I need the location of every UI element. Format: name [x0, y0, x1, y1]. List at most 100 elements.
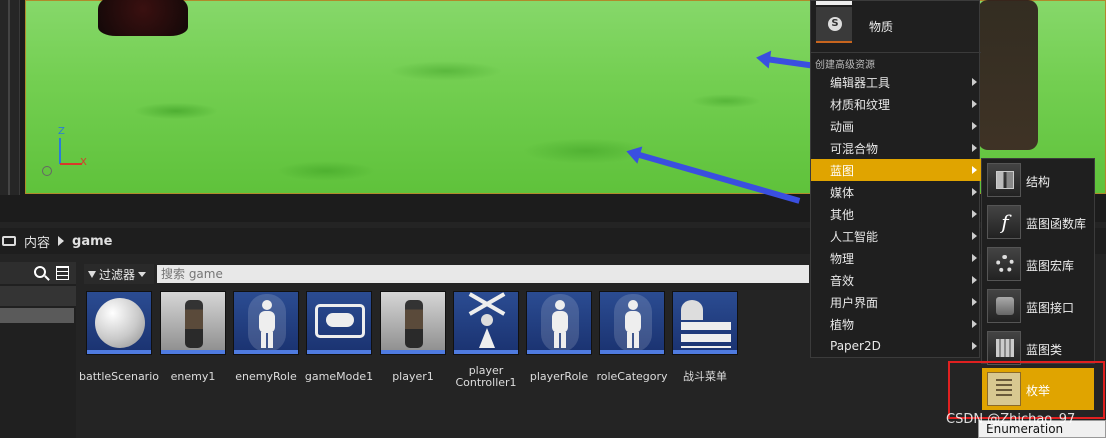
menu-item-editor-tools[interactable]: 编辑器工具	[811, 71, 981, 93]
menu-item-label: 可混合物	[830, 141, 879, 156]
search-icon[interactable]	[34, 266, 46, 278]
menu-item-label: 人工智能	[830, 229, 879, 244]
menu-divider	[811, 52, 981, 53]
asset-thumbnail[interactable]	[526, 291, 592, 355]
sources-row-selected[interactable]	[0, 308, 74, 323]
asset-label: gameMode1	[304, 370, 374, 383]
menu-item-media[interactable]: 媒体	[811, 181, 981, 203]
menu-item-materials-textures[interactable]: 材质和纹理	[811, 93, 981, 115]
breadcrumb-current[interactable]: game	[72, 234, 112, 249]
chevron-right-icon	[972, 342, 977, 350]
sources-row[interactable]	[0, 286, 76, 306]
menu-item-foliage[interactable]: 植物	[811, 313, 981, 335]
asset-search-input[interactable]	[157, 265, 809, 283]
menu-item-blueprints[interactable]: 蓝图	[811, 159, 981, 181]
breadcrumb-root[interactable]: 内容	[24, 232, 50, 251]
menu-item-physics[interactable]: 物理	[811, 247, 981, 269]
asset-thumbnail[interactable]	[599, 291, 665, 355]
menu-item-paper2d[interactable]: Paper2D	[811, 335, 981, 357]
highlight-box	[948, 361, 1105, 419]
struct-icon	[987, 163, 1021, 197]
macro-library-icon	[987, 247, 1021, 281]
asset-tile[interactable]: battleScenario	[79, 291, 159, 383]
asset-label: player Controller1	[455, 364, 517, 389]
submenu-item-function-library[interactable]: f 蓝图函数库	[982, 201, 1096, 243]
menu-item-ai[interactable]: 人工智能	[811, 225, 981, 247]
chevron-right-icon	[972, 276, 977, 284]
heart-list-icon	[681, 300, 703, 320]
list-view-icon[interactable]	[56, 266, 69, 280]
menu-item-material[interactable]: S 物质	[811, 1, 981, 49]
chevron-right-icon	[972, 232, 977, 240]
asset-tile[interactable]: enemy1	[160, 291, 226, 383]
chevron-right-icon	[972, 210, 977, 218]
asset-type-bar	[527, 350, 591, 354]
asset-label: enemy1	[170, 370, 216, 383]
menu-item-misc[interactable]: 其他	[811, 203, 981, 225]
menu-item-label: 媒体	[830, 185, 855, 200]
viewport-left-toolbar	[0, 0, 20, 195]
asset-thumbnail[interactable]	[672, 291, 738, 355]
asset-thumbnail[interactable]	[380, 291, 446, 355]
list-lines-icon	[681, 322, 731, 348]
asset-label: playerRole	[529, 370, 589, 383]
menu-item-material-label: 物质	[869, 20, 894, 34]
chevron-down-icon	[138, 271, 147, 277]
menu-item-user-interface[interactable]: 用户界面	[811, 291, 981, 313]
pawn-icon	[623, 300, 643, 348]
chevron-right-icon	[972, 144, 977, 152]
asset-tile[interactable]: roleCategory	[596, 291, 668, 383]
menu-item-sounds[interactable]: 音效	[811, 269, 981, 291]
folder-icon[interactable]	[2, 236, 16, 246]
asset-type-bar	[161, 350, 225, 354]
axis-x-label: X	[80, 157, 87, 168]
menu-item-label: 蓝图	[830, 163, 855, 178]
axis-z-line	[59, 138, 61, 164]
asset-thumbnail[interactable]	[233, 291, 299, 355]
axis-gizmo: Z X	[42, 126, 94, 180]
filter-button[interactable]: 过滤器	[84, 264, 154, 284]
filter-label: 过滤器	[99, 267, 136, 282]
asset-label: enemyRole	[235, 370, 297, 383]
menu-section-header: 创建高级资源	[815, 60, 875, 71]
menu-item-label: 动画	[830, 119, 855, 134]
menu-item-label: 用户界面	[830, 295, 879, 310]
axis-z-label: Z	[58, 126, 65, 137]
chevron-right-icon	[972, 188, 977, 196]
asset-thumbnail[interactable]	[86, 291, 152, 355]
submenu-item-structure[interactable]: 结构	[982, 159, 1096, 201]
asset-label: battleScenario	[79, 370, 159, 383]
soldier-icon	[405, 300, 423, 348]
chevron-right-icon	[972, 254, 977, 262]
asset-thumbnail[interactable]	[306, 291, 372, 355]
submenu-item-label: 结构	[1026, 175, 1051, 189]
asset-type-bar	[87, 350, 151, 354]
chevron-right-icon[interactable]	[58, 236, 65, 246]
asset-tile[interactable]: player1	[380, 291, 446, 383]
asset-tile[interactable]: 战斗菜单	[672, 291, 738, 383]
asset-tile[interactable]: player Controller1	[453, 291, 519, 389]
asset-tile[interactable]: gameMode1	[305, 291, 373, 383]
blueprint-class-icon	[987, 331, 1021, 365]
asset-tile[interactable]: enemyRole	[233, 291, 299, 383]
chevron-right-icon	[972, 100, 977, 108]
asset-thumbnail[interactable]	[160, 291, 226, 355]
submenu-item-interface[interactable]: 蓝图接口	[982, 285, 1096, 327]
chevron-right-icon	[972, 298, 977, 306]
submenu-item-macro-library[interactable]: 蓝图宏库	[982, 243, 1096, 285]
submenu-item-label: 蓝图类	[1026, 343, 1063, 357]
asset-type-bar	[600, 350, 664, 354]
chevron-right-icon	[972, 320, 977, 328]
pawn-icon	[257, 300, 277, 348]
asset-thumbnail[interactable]	[453, 291, 519, 355]
asset-tile[interactable]: playerRole	[526, 291, 592, 383]
asset-label: roleCategory	[596, 370, 668, 383]
menu-item-animation[interactable]: 动画	[811, 115, 981, 137]
menu-item-blendables[interactable]: 可混合物	[811, 137, 981, 159]
chevron-right-icon	[972, 166, 977, 174]
sphere-icon	[95, 298, 145, 348]
menu-item-label: 其他	[830, 207, 855, 222]
material-icon: S	[816, 7, 852, 43]
blueprint-submenu: 结构 f 蓝图函数库 蓝图宏库 蓝图接口 蓝图类	[981, 158, 1096, 365]
gamepad-icon	[315, 304, 365, 338]
